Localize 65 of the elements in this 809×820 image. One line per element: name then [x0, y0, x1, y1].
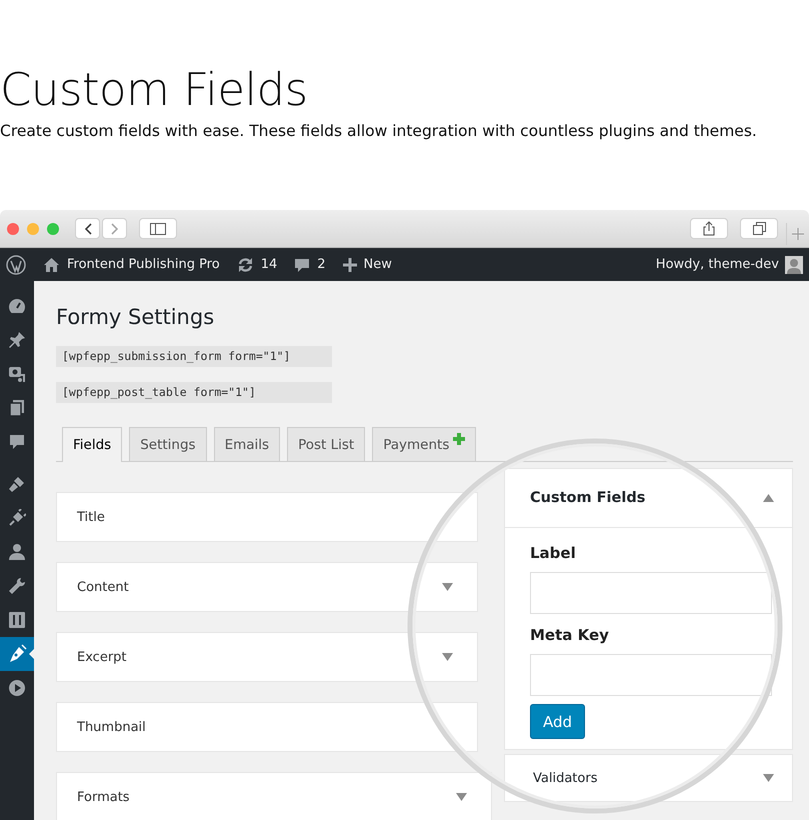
- comment-icon[interactable]: [8, 433, 26, 451]
- hero-title: Custom Fields: [0, 62, 308, 118]
- pen-icon[interactable]: [7, 644, 27, 664]
- wordpress-logo-icon[interactable]: [6, 254, 26, 274]
- tab[interactable]: Emails: [214, 427, 280, 461]
- pin-icon[interactable]: [8, 331, 26, 349]
- page-title: Formy Settings: [56, 304, 214, 331]
- caret-icon[interactable]: [763, 774, 774, 782]
- refresh-icon[interactable]: [236, 256, 254, 272]
- plus-icon: [792, 228, 804, 240]
- field-card[interactable]: Excerpt: [56, 632, 478, 682]
- new-link[interactable]: New: [364, 257, 392, 272]
- media-icon[interactable]: [8, 365, 26, 383]
- comment-icon[interactable]: [294, 256, 310, 272]
- tabs-icon: [752, 222, 766, 235]
- pages-icon[interactable]: [9, 399, 25, 417]
- field-card[interactable]: Thumbnail: [56, 702, 478, 752]
- back-button[interactable]: [75, 218, 100, 239]
- user-icon[interactable]: [8, 543, 26, 561]
- avatar-icon[interactable]: [785, 256, 803, 274]
- tab[interactable]: Fields: [62, 427, 122, 462]
- panel-title: Validators: [533, 770, 598, 786]
- hero-subtitle: Create custom fields with ease. These fields allow integration with countless plugins and themes.: [0, 122, 757, 140]
- input-field[interactable]: [530, 654, 772, 696]
- tab[interactable]: Settings: [129, 427, 207, 461]
- caret-icon[interactable]: [456, 793, 467, 801]
- sidebar-icon: [150, 222, 166, 234]
- chevron-right-icon: [110, 222, 118, 234]
- greeting-link[interactable]: Howdy, theme-dev: [656, 257, 779, 272]
- shortcode-text: [wpfepp_submission_form form="1"]: [56, 346, 332, 367]
- add-button[interactable]: Add: [530, 704, 586, 739]
- field-card[interactable]: Content: [56, 562, 478, 612]
- panel-title: Custom Fields: [530, 490, 646, 506]
- caret-icon[interactable]: [763, 494, 774, 502]
- field-label: Formats: [77, 790, 130, 804]
- sidebar-button[interactable]: [139, 218, 177, 239]
- comments-count[interactable]: 2: [317, 257, 326, 272]
- field-label: Thumbnail: [77, 720, 146, 734]
- field-label: Excerpt: [77, 650, 127, 664]
- input-label: Label: [530, 544, 576, 562]
- share-icon: [703, 221, 715, 236]
- play-icon[interactable]: [8, 679, 26, 697]
- chevron-left-icon: [84, 222, 92, 234]
- field-label: Content: [77, 580, 129, 594]
- caret-icon[interactable]: [442, 653, 453, 661]
- caret-icon[interactable]: [442, 583, 453, 591]
- plus-icon[interactable]: [342, 258, 357, 272]
- field-card[interactable]: Title: [56, 492, 478, 542]
- updates-count[interactable]: 14: [260, 257, 278, 272]
- wrench-icon[interactable]: [8, 577, 26, 595]
- gauge-icon[interactable]: [8, 298, 26, 314]
- plug-icon[interactable]: [8, 509, 26, 527]
- brush-icon[interactable]: [8, 475, 26, 493]
- field-label: Title: [77, 510, 105, 524]
- field-card[interactable]: Formats: [56, 772, 492, 820]
- tab[interactable]: Payments: [372, 427, 476, 461]
- input-label: Meta Key: [530, 626, 609, 644]
- input-field[interactable]: [530, 572, 772, 614]
- site-name-link[interactable]: Frontend Publishing Pro: [67, 257, 220, 272]
- shortcode-text: [wpfepp_post_table form="1"]: [56, 382, 332, 403]
- tabs-button[interactable]: [740, 218, 778, 239]
- share-button[interactable]: [690, 218, 728, 239]
- home-icon[interactable]: [43, 256, 60, 272]
- tab[interactable]: Post List: [287, 427, 366, 461]
- sliders-icon[interactable]: [8, 611, 26, 629]
